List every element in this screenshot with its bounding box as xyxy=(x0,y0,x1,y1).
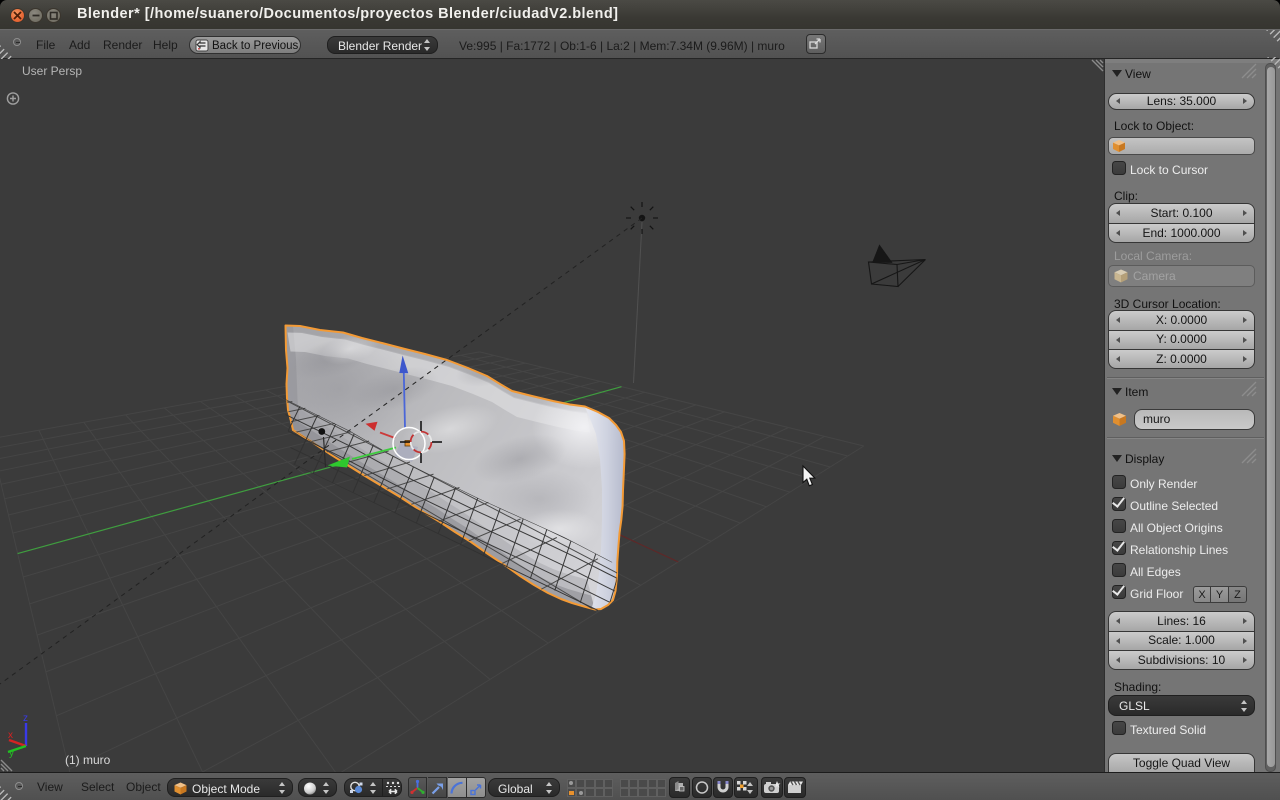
svg-text:User Persp: User Persp xyxy=(22,64,82,78)
svg-text:x: x xyxy=(8,730,13,741)
svg-text:y: y xyxy=(9,748,14,759)
svg-text:z: z xyxy=(23,713,28,724)
svg-text:(1) muro: (1) muro xyxy=(65,753,111,767)
